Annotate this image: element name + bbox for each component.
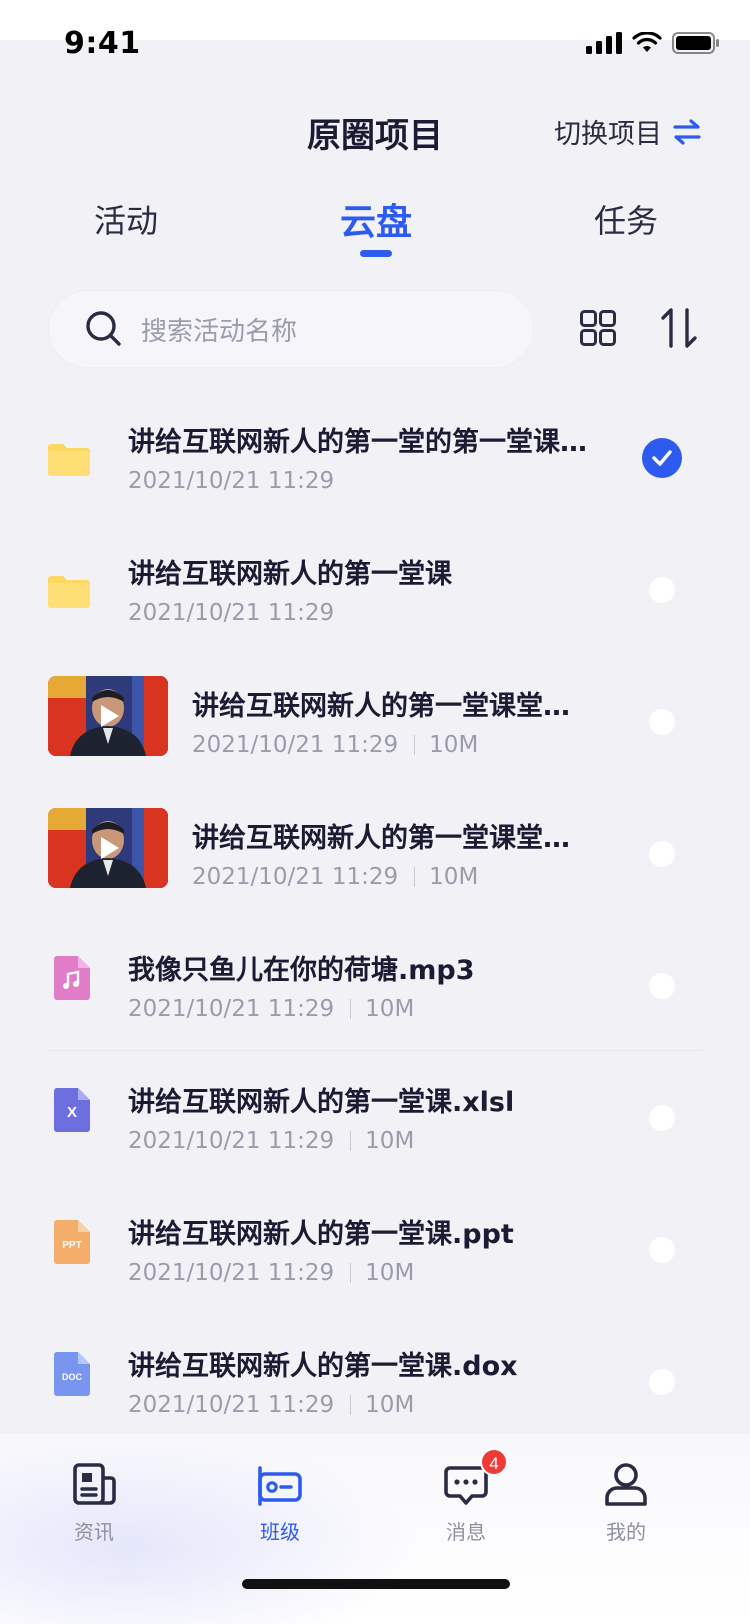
tab-activity[interactable]: 活动: [94, 196, 158, 242]
checkmark-icon: [652, 450, 672, 466]
selected-checkbox[interactable]: [642, 438, 682, 478]
music-file-icon: [54, 956, 90, 1000]
list-item[interactable]: PPT 讲给互联网新人的第一堂课.ppt 2021/10/21 11:29 10…: [0, 1184, 750, 1316]
active-tab-indicator: [360, 250, 392, 257]
message-badge: 4: [480, 1448, 508, 1476]
file-name: 我像只鱼儿在你的荷塘.mp3: [128, 955, 475, 986]
news-icon: [70, 1460, 118, 1508]
list-item[interactable]: 讲给互联网新人的第一堂课 2021/10/21 11:29: [0, 524, 750, 656]
select-radio[interactable]: [649, 841, 675, 867]
meta-separator: [350, 1395, 352, 1415]
file-date: 2021/10/21 11:29: [192, 732, 399, 758]
file-meta: 2021/10/21 11:29: [128, 600, 334, 626]
file-size: 10M: [365, 996, 415, 1022]
grid-view-icon[interactable]: [580, 310, 616, 346]
switch-arrows-icon: [673, 118, 701, 145]
file-date: 2021/10/21 11:29: [128, 600, 335, 626]
doc-file-icon: DOC: [54, 1352, 90, 1396]
file-date: 2021/10/21 11:29: [192, 864, 399, 890]
file-date: 2021/10/21 11:29: [128, 1260, 335, 1286]
file-size: 10M: [429, 732, 479, 758]
list-divider: [48, 1050, 702, 1051]
file-name: 讲给互联网新人的第一堂的第一堂课…: [128, 427, 587, 458]
list-item[interactable]: 讲给互联网新人的第一堂的第一堂课… 2021/10/21 11:29: [0, 392, 750, 524]
doc-icon-label: DOC: [62, 1372, 82, 1382]
file-size: 10M: [365, 1128, 415, 1154]
select-radio[interactable]: [649, 1105, 675, 1131]
file-name: 讲给互联网新人的第一堂课.xlsl: [128, 1087, 515, 1118]
switch-project-label: 切换项目: [554, 119, 662, 150]
search-icon: [86, 311, 121, 346]
file-meta: 2021/10/21 11:29 10M: [192, 864, 478, 890]
file-size: 10M: [429, 864, 479, 890]
tab-cloud-drive[interactable]: 云盘: [340, 193, 412, 245]
file-date: 2021/10/21 11:29: [128, 468, 335, 494]
meta-separator: [350, 999, 352, 1019]
file-name: 讲给互联网新人的第一堂课.dox: [128, 1351, 518, 1382]
file-size: 10M: [365, 1260, 415, 1286]
user-icon: [602, 1460, 650, 1508]
select-radio[interactable]: [649, 1369, 675, 1395]
search-input[interactable]: 搜索活动名称: [48, 290, 534, 368]
battery-icon: [672, 32, 719, 54]
meta-separator: [350, 1131, 352, 1151]
play-icon: [101, 837, 119, 859]
status-icons: [586, 32, 720, 54]
class-icon: [256, 1460, 304, 1508]
switch-project-button[interactable]: 切换项目: [554, 112, 702, 151]
file-name: 讲给互联网新人的第一堂课堂…: [192, 691, 570, 722]
folder-icon: [48, 444, 90, 476]
list-item[interactable]: 讲给互联网新人的第一堂课堂… 2021/10/21 11:29 10M: [0, 656, 750, 788]
meta-separator: [350, 1263, 352, 1283]
tabbar-item-profile[interactable]: 我的: [576, 1460, 676, 1545]
tabbar-label: 我的: [606, 1520, 646, 1544]
file-meta: 2021/10/21 11:29: [128, 468, 334, 494]
tabbar-label: 消息: [446, 1520, 486, 1544]
file-name: 讲给互联网新人的第一堂课: [128, 559, 452, 590]
meta-separator: [414, 867, 416, 887]
play-icon: [101, 705, 119, 727]
video-thumbnail: [48, 676, 168, 756]
excel-file-icon: X: [54, 1088, 90, 1132]
list-item[interactable]: DOC 讲给互联网新人的第一堂课.dox 2021/10/21 11:29 10…: [0, 1316, 750, 1448]
status-bar: 9:41: [0, 0, 750, 92]
file-meta: 2021/10/21 11:29 10M: [128, 996, 414, 1022]
tabbar-label: 资讯: [74, 1520, 114, 1544]
home-indicator[interactable]: [242, 1579, 510, 1589]
file-name: 讲给互联网新人的第一堂课.ppt: [128, 1219, 514, 1250]
cellular-signal-icon: [586, 32, 622, 54]
meta-separator: [414, 735, 416, 755]
status-time: 9:41: [64, 26, 141, 61]
sort-icon[interactable]: [660, 306, 698, 350]
folder-icon: [48, 576, 90, 608]
file-meta: 2021/10/21 11:29 10M: [192, 732, 478, 758]
file-meta: 2021/10/21 11:29 10M: [128, 1392, 414, 1418]
file-date: 2021/10/21 11:29: [128, 996, 335, 1022]
select-radio[interactable]: [649, 709, 675, 735]
ppt-file-icon: PPT: [54, 1220, 90, 1264]
video-thumbnail: [48, 808, 168, 888]
list-item[interactable]: X 讲给互联网新人的第一堂课.xlsl 2021/10/21 11:29 10M: [0, 1052, 750, 1184]
file-name: 讲给互联网新人的第一堂课堂…: [192, 823, 570, 854]
tabbar-item-messages[interactable]: 4 消息: [416, 1448, 516, 1545]
file-size: 10M: [365, 1392, 415, 1418]
list-item[interactable]: 我像只鱼儿在你的荷塘.mp3 2021/10/21 11:29 10M: [0, 920, 750, 1052]
tab-tasks[interactable]: 任务: [594, 196, 658, 242]
tabbar-item-news[interactable]: 资讯: [44, 1460, 144, 1545]
ppt-icon-label: PPT: [62, 1240, 82, 1251]
file-meta: 2021/10/21 11:29 10M: [128, 1260, 414, 1286]
file-meta: 2021/10/21 11:29 10M: [128, 1128, 414, 1154]
message-icon: 4: [442, 1448, 508, 1508]
select-radio[interactable]: [649, 973, 675, 999]
wifi-icon: [632, 32, 662, 52]
file-date: 2021/10/21 11:29: [128, 1128, 335, 1154]
select-radio[interactable]: [649, 577, 675, 603]
tabbar-label: 班级: [260, 1520, 300, 1544]
file-date: 2021/10/21 11:29: [128, 1392, 335, 1418]
search-placeholder: 搜索活动名称: [141, 316, 298, 347]
tabbar-item-class[interactable]: 班级: [230, 1460, 330, 1545]
list-item[interactable]: 讲给互联网新人的第一堂课堂… 2021/10/21 11:29 10M: [0, 788, 750, 920]
excel-icon-label: X: [66, 1104, 77, 1121]
select-radio[interactable]: [649, 1237, 675, 1263]
